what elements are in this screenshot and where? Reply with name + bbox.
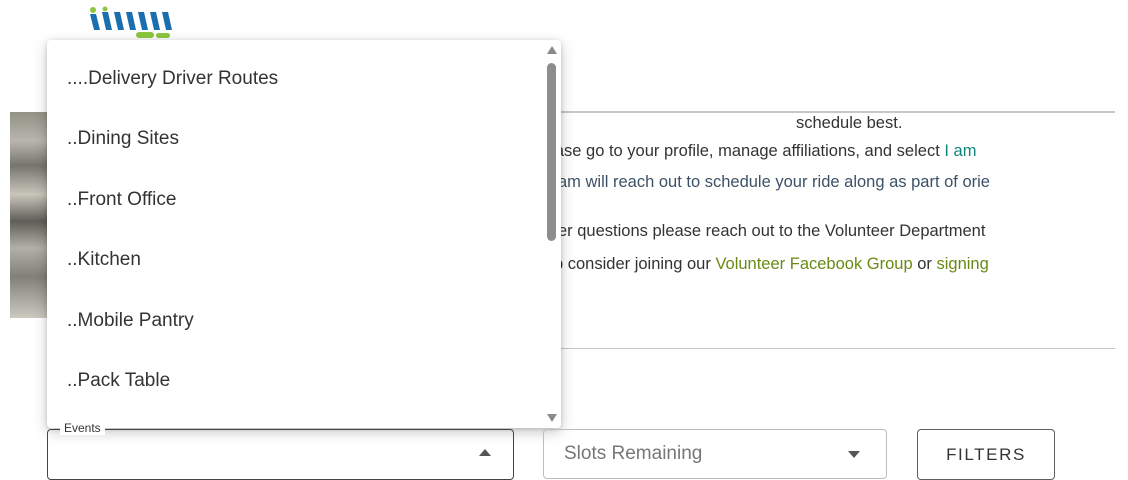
i-am-link[interactable]: I am <box>944 142 976 160</box>
intro-line: lease go to your profile, manage affilia… <box>542 142 977 160</box>
volunteer-facebook-group-link[interactable]: Volunteer Facebook Group <box>715 255 912 273</box>
signing-link[interactable]: signing <box>937 255 989 273</box>
organization-logo <box>90 6 172 38</box>
intro-line: p consider joining our Volunteer Faceboo… <box>554 255 989 273</box>
caret-up-icon[interactable] <box>479 449 491 456</box>
dropdown-option-kitchen[interactable]: ..Kitchen <box>47 230 541 290</box>
dropdown-option-delivery-driver-routes[interactable]: ....Delivery Driver Routes <box>47 49 541 109</box>
scroll-up-arrow-icon[interactable] <box>547 46 557 54</box>
dropdown-option-pack-table[interactable]: ..Pack Table <box>47 351 541 411</box>
intro-line: schedule best. <box>796 114 903 132</box>
dropdown-option-mobile-pantry[interactable]: ..Mobile Pantry <box>47 291 541 351</box>
events-select[interactable]: Events <box>47 421 514 480</box>
events-dropdown-list[interactable]: ....Delivery Driver Routes ..Dining Site… <box>47 40 561 428</box>
volunteer-intro-text: schedule best. lease go to your profile,… <box>540 112 1128 312</box>
dropdown-option-dining-sites[interactable]: ..Dining Sites <box>47 109 541 169</box>
scroll-down-arrow-icon[interactable] <box>547 414 557 422</box>
intro-line: er questions please reach out to the Vol… <box>558 222 986 240</box>
slots-remaining-placeholder: Slots Remaining <box>564 443 703 464</box>
filters-button[interactable]: FILTERS <box>917 429 1055 480</box>
intro-line: am will reach out to schedule your ride … <box>558 173 990 191</box>
scrollbar-thumb[interactable] <box>547 63 556 241</box>
slots-remaining-select[interactable]: Slots Remaining <box>543 429 887 479</box>
caret-down-icon[interactable] <box>848 451 860 458</box>
events-field-label: Events <box>60 421 105 435</box>
content-divider-bottom <box>540 348 1115 349</box>
dropdown-option-front-office[interactable]: ..Front Office <box>47 170 541 230</box>
dropdown-scrollbar[interactable] <box>543 40 561 428</box>
